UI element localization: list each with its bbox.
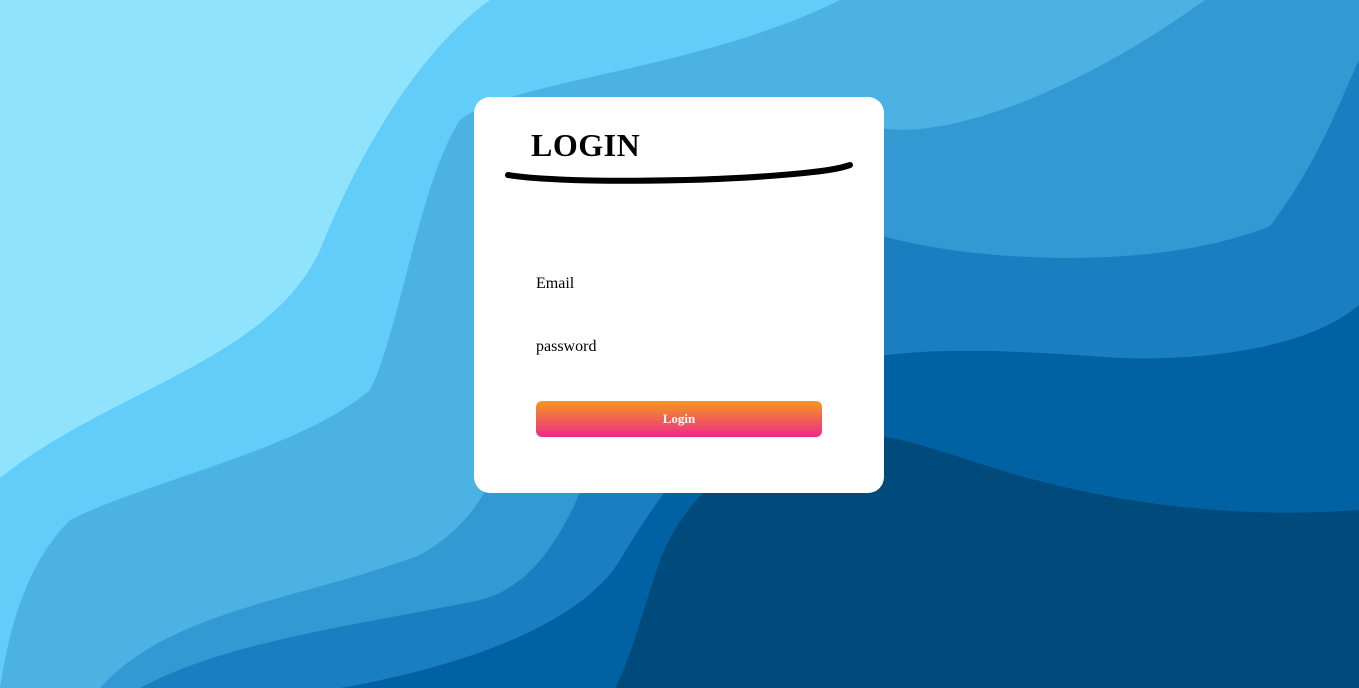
- email-field[interactable]: [536, 268, 822, 300]
- brush-underline: [505, 162, 853, 184]
- login-button[interactable]: Login: [536, 401, 822, 437]
- login-card: LOGIN Login: [474, 97, 884, 493]
- password-field[interactable]: [536, 331, 822, 363]
